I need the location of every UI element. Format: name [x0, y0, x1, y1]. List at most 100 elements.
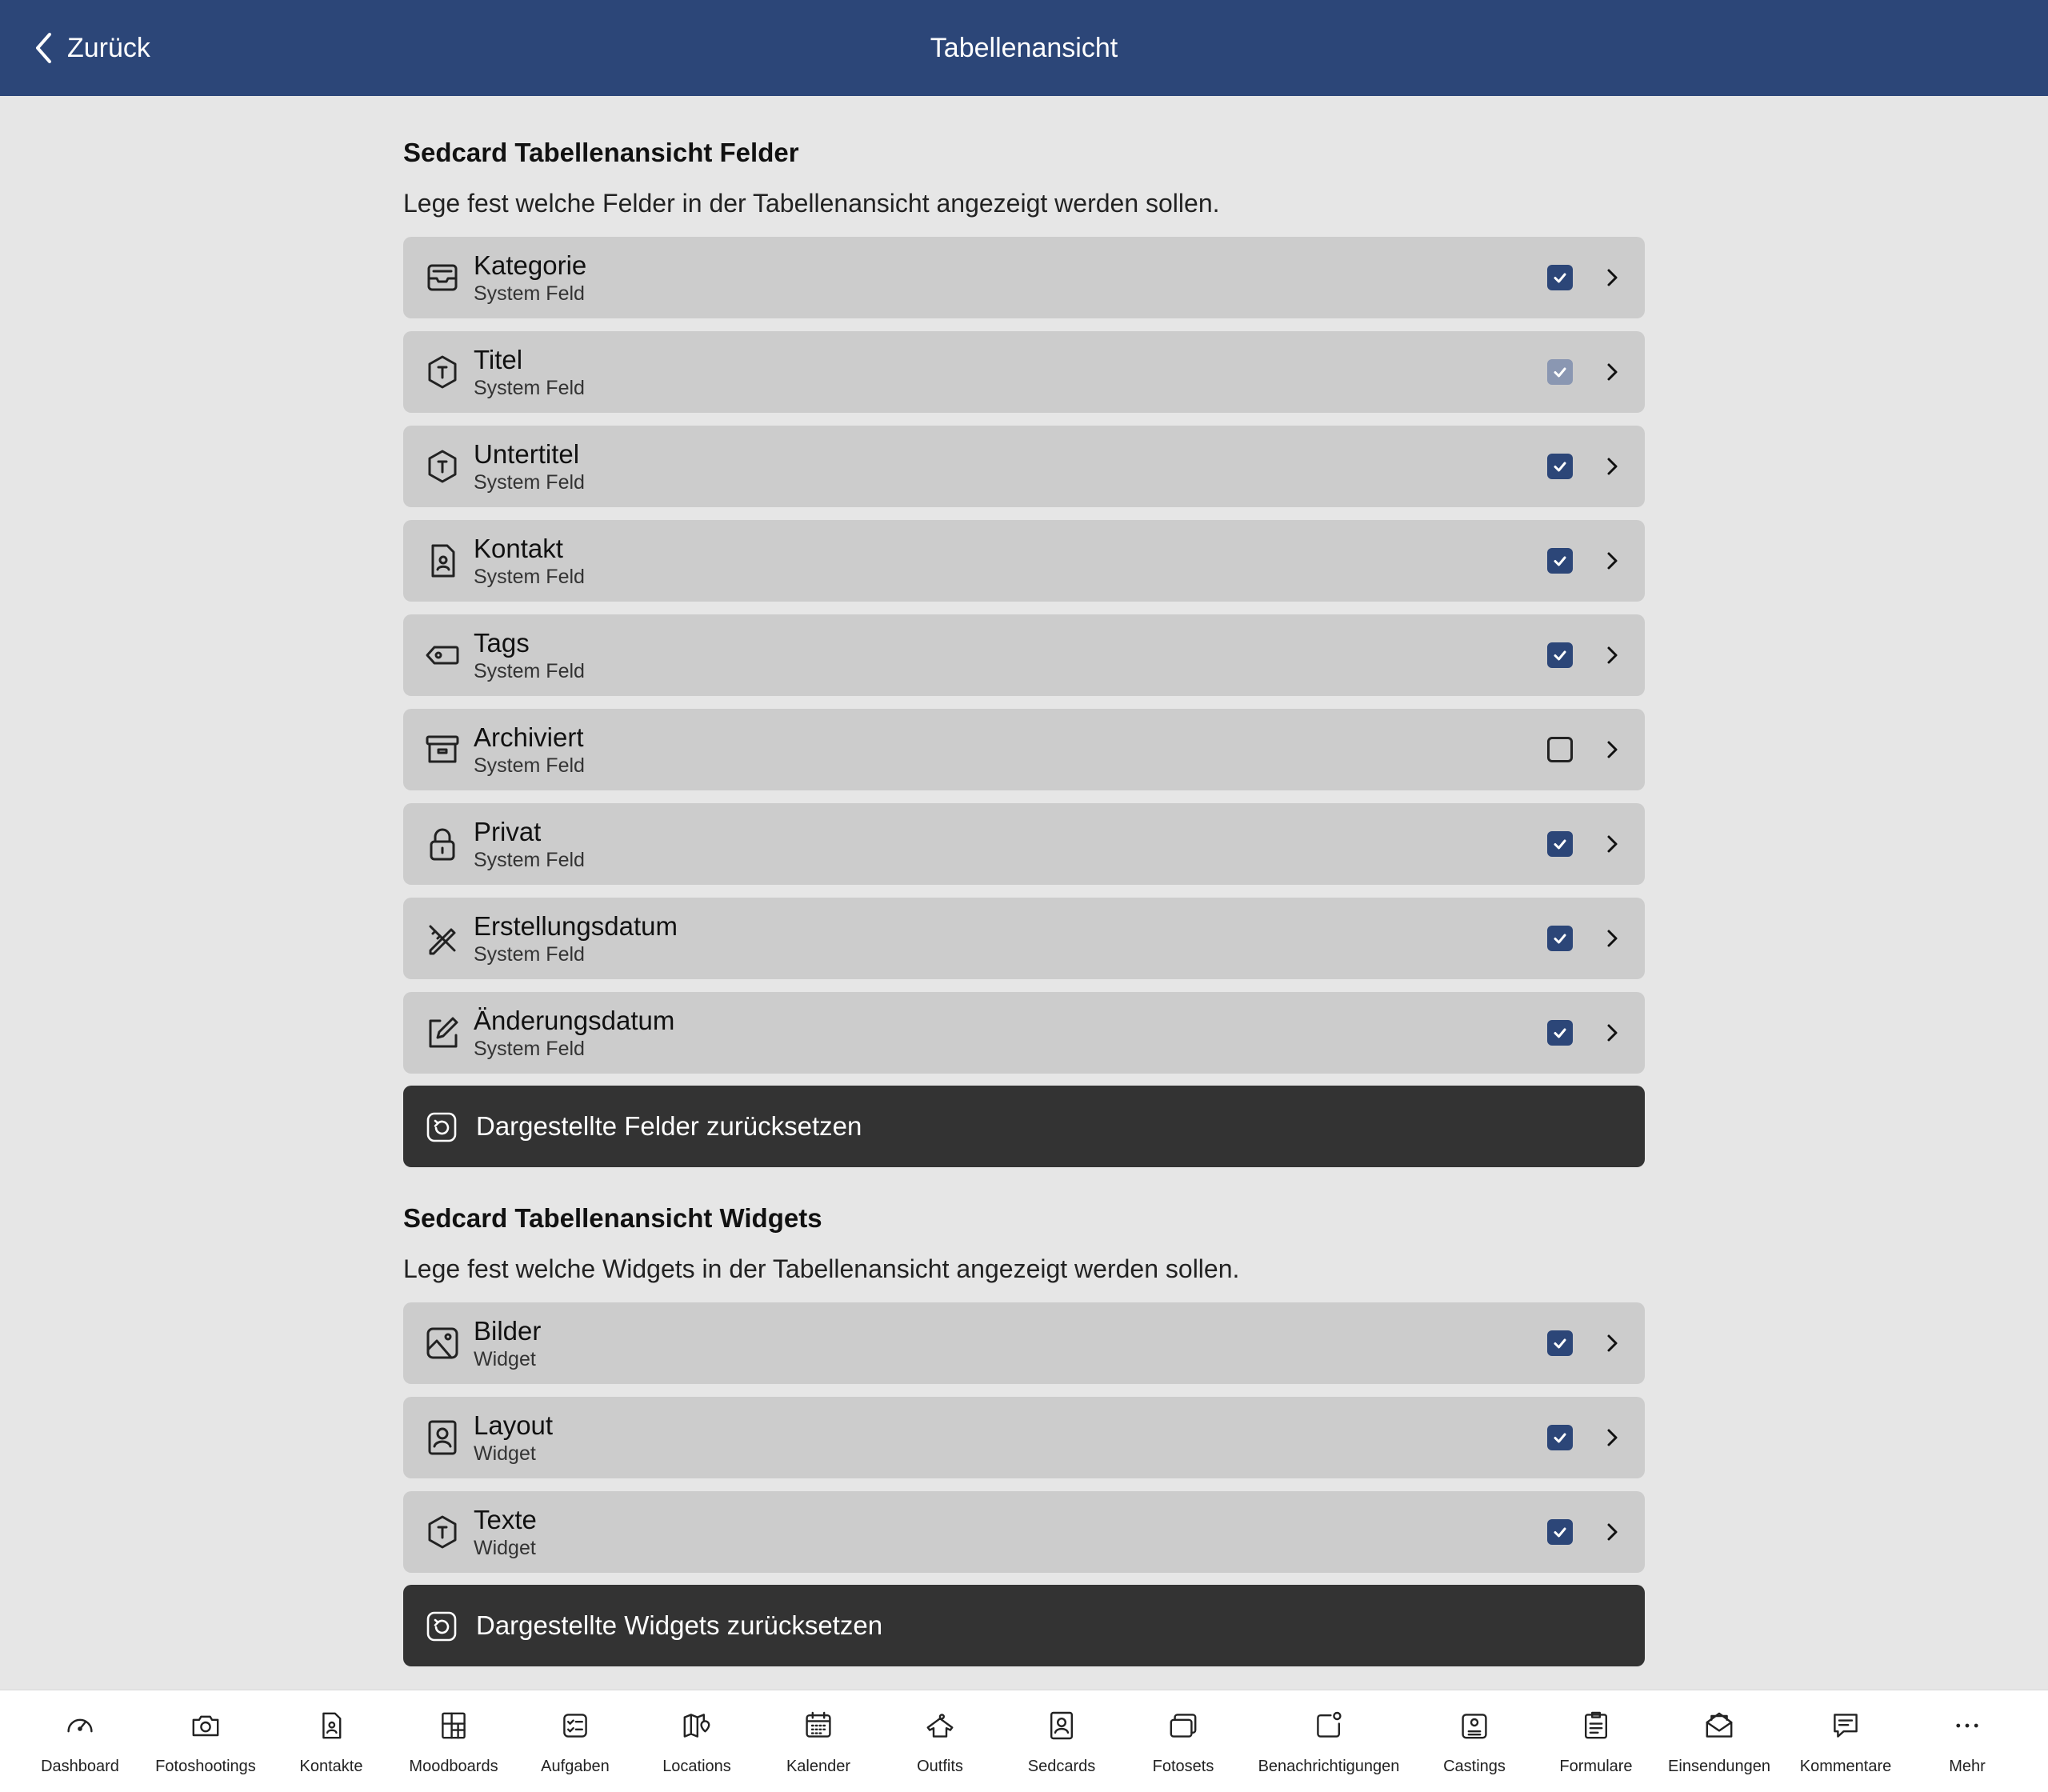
list-item[interactable]: Privat System Feld: [403, 803, 1645, 885]
comment-icon: [1834, 1714, 1858, 1738]
edit-icon: [429, 1017, 458, 1048]
reset-icon: [426, 1611, 457, 1642]
checkmark-icon: [1554, 1527, 1566, 1538]
list-item[interactable]: Archiviert System Feld: [403, 709, 1645, 790]
list-item-title: Layout: [474, 1410, 554, 1440]
list-item[interactable]: Titel System Feld: [403, 331, 1645, 413]
list-item-text: Kontakt System Feld: [474, 533, 585, 589]
map-pin-icon: [683, 1714, 710, 1738]
list-item-subtitle: System Feld: [474, 849, 585, 871]
more-icon: [1956, 1723, 1978, 1728]
visibility-checkbox: [1547, 359, 1573, 385]
chevron-right-icon: [1607, 363, 1618, 381]
tab-fotoshootings[interactable]: Fotoshootings: [134, 1690, 278, 1792]
list-item-title: Texte: [474, 1505, 537, 1534]
tab-label: Benachrichtigungen: [1258, 1758, 1400, 1775]
checkmark-icon: [1554, 367, 1566, 378]
fields-section-description: Lege fest welche Felder in der Tabellena…: [403, 189, 1220, 218]
reset-fields-label: Dargestellte Felder zurücksetzen: [476, 1111, 862, 1141]
visibility-checkbox[interactable]: [1547, 454, 1573, 479]
visibility-checkbox[interactable]: [1547, 642, 1573, 668]
text-hexagon-icon: [428, 355, 457, 389]
visibility-checkbox[interactable]: [1547, 265, 1573, 290]
tab-formulare[interactable]: Formulare: [1524, 1690, 1668, 1792]
list-item-title: Untertitel: [474, 439, 580, 469]
portrait-icon: [1050, 1711, 1073, 1740]
tab-label: Fotosets: [1152, 1758, 1214, 1775]
list-item[interactable]: Erstellungsdatum System Feld: [403, 898, 1645, 979]
clipboard-icon: [1585, 1711, 1607, 1739]
list-item-subtitle: System Feld: [474, 471, 585, 494]
list-item-title: Kategorie: [474, 250, 587, 280]
visibility-checkbox[interactable]: [1547, 831, 1573, 857]
reset-fields-button[interactable]: Dargestellte Felder zurücksetzen: [403, 1086, 1645, 1167]
visibility-checkbox[interactable]: [1547, 1330, 1573, 1356]
gauge-icon: [67, 1718, 93, 1733]
tab-label: Dashboard: [41, 1758, 119, 1775]
list-item[interactable]: Texte Widget: [403, 1491, 1645, 1573]
lock-icon: [430, 828, 455, 861]
checkmark-icon: [1554, 1338, 1566, 1349]
visibility-checkbox[interactable]: [1547, 1519, 1573, 1545]
chevron-right-icon: [1607, 1334, 1618, 1352]
chevron-right-icon: [1607, 835, 1618, 853]
tab-label: Fotoshootings: [155, 1758, 256, 1775]
list-item-text: Erstellungsdatum System Feld: [474, 910, 678, 966]
list-item-subtitle: System Feld: [474, 1038, 585, 1060]
contact-file-icon: [322, 1712, 342, 1739]
list-item-title: Änderungsdatum: [474, 1006, 675, 1035]
visibility-checkbox[interactable]: [1547, 1425, 1573, 1450]
chevron-right-icon: [1607, 552, 1618, 570]
visibility-checkbox[interactable]: [1547, 737, 1573, 762]
reset-widgets-label: Dargestellte Widgets zurücksetzen: [476, 1610, 883, 1640]
reset-widgets-button[interactable]: Dargestellte Widgets zurücksetzen: [403, 1585, 1645, 1666]
list-item-text: Kategorie System Feld: [474, 250, 586, 306]
list-item[interactable]: Kontakt System Feld: [403, 520, 1645, 602]
list-item-subtitle: Widget: [474, 1442, 536, 1465]
tab-dashboard[interactable]: Dashboard: [8, 1690, 152, 1792]
list-item-text: Untertitel System Feld: [474, 438, 585, 494]
list-item-title: Erstellungsdatum: [474, 911, 678, 941]
list-item-subtitle: Widget: [474, 1348, 536, 1370]
chevron-right-icon: [1607, 269, 1618, 286]
moodboard-icon: [442, 1712, 466, 1739]
tab-label: Formulare: [1559, 1758, 1633, 1775]
stack-icon: [1170, 1714, 1197, 1738]
bottom-tab-bar: Dashboard Fotoshootings Kontakte Moodboards…: [0, 1690, 2048, 1792]
shirt-icon: [926, 1714, 954, 1738]
back-button[interactable]: Zurück: [30, 24, 150, 72]
chevron-right-icon: [1607, 646, 1618, 664]
list-item[interactable]: Kategorie System Feld: [403, 237, 1645, 318]
checkmark-icon: [1554, 273, 1566, 283]
list-item-subtitle: System Feld: [474, 943, 585, 966]
list-item-title: Titel: [474, 345, 523, 374]
list-item[interactable]: Untertitel System Feld: [403, 426, 1645, 507]
tab-mehr[interactable]: Mehr: [1895, 1690, 2039, 1792]
portrait-icon: [428, 1420, 457, 1455]
list-item-text: Titel System Feld: [474, 344, 585, 400]
contact-file-icon: [431, 544, 455, 578]
list-item[interactable]: Tags System Feld: [403, 614, 1645, 696]
chevron-right-icon: [1607, 1024, 1618, 1042]
tab-fotosets[interactable]: Fotosets: [1111, 1690, 1255, 1792]
chevron-right-icon: [1607, 1523, 1618, 1541]
visibility-checkbox[interactable]: [1547, 926, 1573, 951]
visibility-checkbox[interactable]: [1547, 548, 1573, 574]
casting-icon: [1462, 1714, 1487, 1739]
list-item-title: Archiviert: [474, 722, 584, 752]
chevron-right-icon: [1607, 1429, 1618, 1446]
list-item[interactable]: Bilder Widget: [403, 1302, 1645, 1384]
visibility-checkbox[interactable]: [1547, 1020, 1573, 1046]
list-item[interactable]: Layout Widget: [403, 1397, 1645, 1478]
list-item[interactable]: Änderungsdatum System Feld: [403, 992, 1645, 1074]
list-item-text: Bilder Widget: [474, 1315, 541, 1371]
list-item-title: Kontakt: [474, 534, 563, 563]
list-item-text: Tags System Feld: [474, 627, 585, 683]
tab-benachrichtigungen[interactable]: Benachrichtigungen: [1257, 1690, 1401, 1792]
checkmark-icon: [1554, 934, 1566, 944]
back-label: Zurück: [67, 32, 150, 63]
tab-einsendungen[interactable]: Einsendungen: [1647, 1690, 1791, 1792]
top-bar: Zurück Tabellenansicht: [0, 0, 2048, 96]
checkmark-icon: [1554, 1433, 1566, 1443]
widgets-section-description: Lege fest welche Widgets in der Tabellen…: [403, 1254, 1240, 1283]
